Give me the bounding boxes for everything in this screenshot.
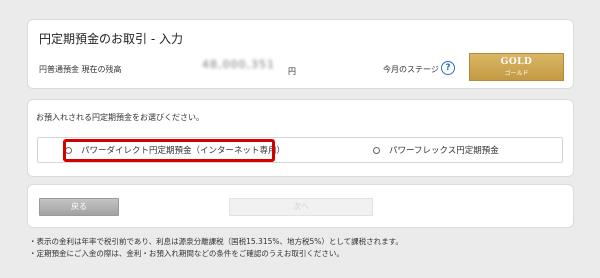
selection-instruction: お預入れされる円定期預金をお選びください。 (36, 113, 204, 122)
notes: ・表示の金利は年率で税引前であり、利息は源泉分離課税（国税15.315%、地方税… (29, 236, 403, 260)
option-label: パワーフレックス円定期預金 (389, 146, 499, 156)
page-title: 円定期預金のお取引 - 入力 (39, 32, 183, 46)
action-card: 戻る 次へ (27, 184, 574, 228)
balance-value: 48,000,351 (202, 58, 275, 71)
balance-unit: 円 (288, 67, 296, 76)
stage-badge: GOLD ゴールド (469, 53, 564, 81)
stage-badge-main: GOLD (500, 57, 533, 67)
back-button[interactable]: 戻る (39, 198, 119, 216)
highlight-frame (63, 139, 275, 162)
balance-label: 円普通預金 現在の残高 (39, 65, 122, 74)
deposit-type-card: お預入れされる円定期預金をお選びください。 パワーダイレクト円定期預金（インター… (27, 99, 574, 177)
account-summary-card: 円定期預金のお取引 - 入力 円普通預金 現在の残高 48,000,351 円 … (27, 19, 574, 89)
note-item: ・定期預金にご入金の際は、金利・お預入れ期間などの条件をご確認のうえお取引くださ… (29, 249, 344, 258)
radio-button[interactable] (373, 146, 380, 154)
option-power-flex[interactable]: パワーフレックス円定期預金 (373, 138, 499, 162)
next-button[interactable]: 次へ (229, 198, 373, 216)
help-icon[interactable]: ? (441, 61, 455, 75)
stage-label: 今月のステージ (383, 65, 439, 74)
note-item: ・表示の金利は年率で税引前であり、利息は源泉分離課税（国税15.315%、地方税… (29, 237, 403, 246)
stage-badge-sub: ゴールド (504, 70, 529, 77)
